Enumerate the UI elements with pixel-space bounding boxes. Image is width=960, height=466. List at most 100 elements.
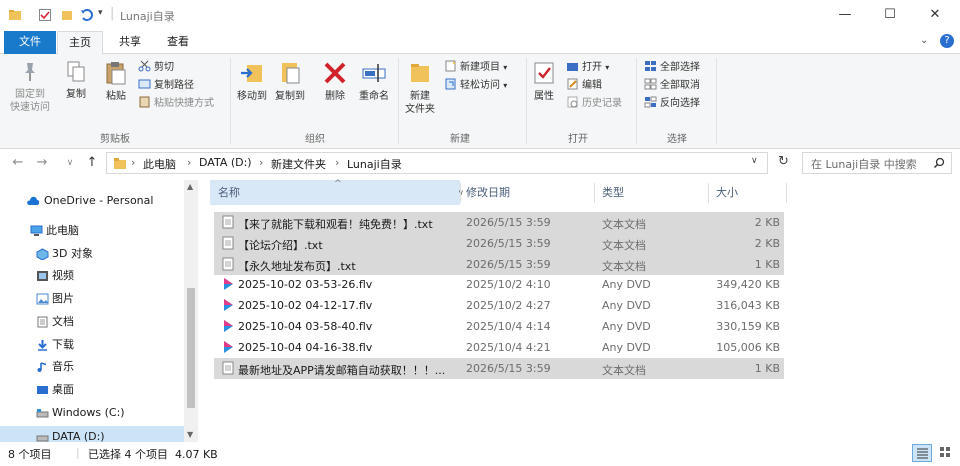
nav-scrollbar[interactable]: ▲ ▼ (184, 180, 198, 442)
file-row[interactable]: 2025-10-02 03-53-26.flv 2025/10/2 4:10 Any… (214, 274, 784, 295)
up-arrow-icon[interactable]: ↑ (84, 155, 100, 171)
nav-item-desktop[interactable]: 桌面 (0, 379, 184, 401)
search-placeholder: 在 Lunaji自录 中搜索 (811, 158, 917, 171)
new-folder-label: 新建 文件夹 (405, 91, 435, 115)
details-view-button[interactable] (912, 444, 932, 462)
edit-icon (567, 78, 578, 90)
file-row[interactable]: 2025-10-04 03-58-40.flv 2025/10/4 4:14 Any… (214, 316, 784, 337)
collapse-ribbon-icon[interactable]: ⌄ (920, 35, 928, 46)
column-header-name[interactable]: 名称 ^ ∨ (210, 179, 464, 205)
select-all-icon (645, 61, 656, 71)
document-icon (37, 316, 48, 328)
nav-item-pictures[interactable]: 图片 (0, 288, 184, 310)
new-item-button[interactable]: 新建项目 ▾ (444, 59, 507, 77)
file-row[interactable]: 【永久地址发布页】.txt 2026/5/15 3:59 文本文档 1 KB (214, 253, 784, 275)
file-row[interactable]: 【来了就能下载和观看！纯免费！】.txt 2026/5/15 3:59 文本文档 2 … (214, 212, 784, 233)
select-none-label: 全部取消 (660, 80, 700, 91)
nav-item-3d-objects[interactable]: 3D 对象 (0, 243, 184, 265)
scroll-down-icon[interactable]: ▼ (187, 430, 193, 439)
nav-item-videos[interactable]: 视频 (0, 265, 184, 287)
nav-item-documents[interactable]: 文档 (0, 311, 184, 333)
breadcrumb-current-folder[interactable]: Lunaji自录 (347, 156, 402, 172)
nav-item-windows-drive[interactable]: Windows (C:) (0, 402, 184, 424)
select-none-button[interactable]: 全部取消 (644, 77, 700, 95)
recent-locations-icon[interactable]: ∨ (62, 155, 78, 171)
rename-button[interactable]: 重命名 (354, 60, 394, 103)
file-row[interactable]: 2025-10-04 04-16-38.flv 2025/10/4 4:21 Any… (214, 337, 784, 358)
paste-button[interactable]: 粘贴 (98, 60, 134, 103)
large-icons-view-icon (940, 447, 950, 457)
new-folder-button[interactable]: 新建 文件夹 (400, 60, 440, 116)
properties-icon[interactable] (38, 8, 52, 22)
delete-button[interactable]: 删除 (318, 60, 352, 103)
copy-path-label: 复制路径 (154, 80, 194, 91)
easy-access-button[interactable]: 轻松访问 ▾ (444, 77, 507, 95)
column-divider (786, 183, 787, 203)
copy-to-button[interactable]: 复制到 (272, 60, 308, 103)
nav-item-downloads[interactable]: 下载 (0, 334, 184, 356)
paste-shortcut-label: 粘贴快捷方式 (154, 98, 214, 109)
column-header-type[interactable]: 类型 (594, 180, 706, 205)
undo-icon[interactable] (80, 8, 94, 22)
pin-quick-access-button[interactable]: 固定到 快速访问 (8, 60, 52, 114)
scroll-up-icon[interactable]: ▲ (187, 182, 193, 191)
column-header-modified[interactable]: 修改日期 (458, 180, 594, 205)
tab-share[interactable]: 共享 (108, 31, 152, 54)
properties-button[interactable]: 属性 (528, 60, 560, 103)
window-title: Lunaji自录 (120, 10, 175, 23)
file-row[interactable]: 2025-10-02 04-12-17.flv 2025/10/2 4:27 Any… (214, 295, 784, 316)
refresh-icon[interactable]: ↻ (778, 154, 789, 169)
search-icon[interactable] (933, 157, 945, 169)
back-arrow-icon[interactable]: ← (10, 155, 26, 171)
new-item-label: 新建项目 (460, 62, 500, 73)
properties-label: 属性 (534, 91, 554, 102)
text-file-icon (222, 257, 234, 271)
address-bar[interactable]: › 此电脑 › DATA (D:) › 新建文件夹 › Lunaji自录 ∨ (106, 152, 768, 174)
copy-path-button[interactable]: 复制路径 (138, 77, 194, 95)
column-header-size[interactable]: 大小 (708, 180, 786, 205)
open-button[interactable]: 打开 ▾ (566, 59, 609, 77)
tab-file[interactable]: 文件 (4, 31, 56, 54)
close-button[interactable]: ✕ (920, 6, 950, 24)
search-box[interactable]: 在 Lunaji自录 中搜索 (802, 152, 952, 174)
file-type: Any DVD (602, 320, 651, 333)
tab-home[interactable]: 主页 (57, 31, 103, 55)
nav-item-this-pc[interactable]: 此电脑 (0, 220, 184, 242)
select-all-button[interactable]: 全部选择 (644, 59, 700, 77)
sort-ascending-icon: ^ (334, 179, 342, 189)
file-modified: 2026/5/15 3:59 (466, 216, 551, 229)
file-list: 名称 ^ ∨ 修改日期 类型 大小 【来了就能下载和观看！纯免费！】.txt 20… (200, 179, 960, 442)
invert-selection-button[interactable]: 反向选择 (644, 95, 700, 113)
tab-view[interactable]: 查看 (156, 31, 200, 54)
scrollbar-thumb[interactable] (187, 288, 195, 408)
help-icon[interactable]: ? (940, 34, 954, 48)
breadcrumb-new-folder[interactable]: 新建文件夹 (271, 156, 326, 172)
breadcrumb-data-drive[interactable]: DATA (D:) (199, 156, 252, 169)
breadcrumb-separator-icon: › (187, 156, 192, 169)
file-modified: 2026/5/15 3:59 (466, 236, 551, 250)
file-size: 1 KB (754, 361, 780, 375)
nav-item-onedrive[interactable]: OneDrive - Personal (0, 190, 184, 212)
paste-shortcut-button[interactable]: 粘贴快捷方式 (138, 95, 214, 113)
file-row[interactable]: 【论坛介绍】.txt 2026/5/15 3:59 文本文档 2 KB (214, 232, 784, 254)
copy-button[interactable]: 复制 (58, 60, 94, 101)
cut-button[interactable]: 剪切 (138, 59, 174, 77)
paste-label: 粘贴 (106, 91, 126, 102)
address-dropdown-icon[interactable]: ∨ (751, 156, 758, 166)
picture-icon (36, 293, 49, 305)
file-modified: 2025/10/2 4:27 (466, 299, 551, 313)
folder-icon (114, 158, 126, 169)
maximize-button[interactable]: ☐ (875, 6, 905, 24)
file-row[interactable]: 最新地址及APP请发邮箱自动获取！！！... 2026/5/15 3:59 文本文档… (214, 357, 784, 379)
minimize-button[interactable]: — (830, 6, 860, 24)
new-folder-icon[interactable] (60, 8, 74, 22)
breadcrumb-this-pc[interactable]: 此电脑 (143, 156, 176, 172)
move-to-button[interactable]: 移动到 (234, 60, 270, 103)
nav-item-music[interactable]: 音乐 (0, 356, 184, 378)
history-button[interactable]: 历史记录 (566, 95, 622, 113)
open-icon (567, 63, 578, 71)
quick-access-dropdown-icon[interactable]: ▾ (98, 8, 103, 18)
edit-button[interactable]: 编辑 (566, 77, 602, 95)
large-icons-view-button[interactable] (936, 444, 956, 462)
forward-arrow-icon[interactable]: → (34, 155, 50, 171)
